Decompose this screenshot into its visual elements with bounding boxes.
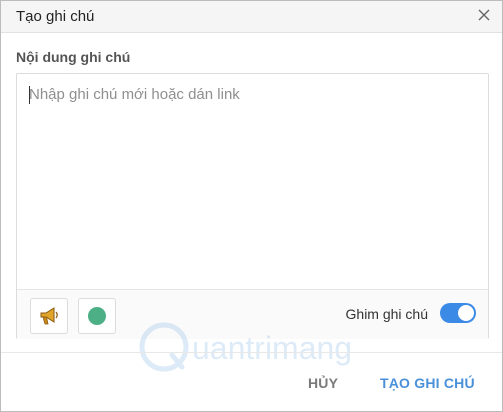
- note-color-button[interactable]: [78, 298, 116, 334]
- dialog-header: Tạo ghi chú: [1, 1, 502, 33]
- footer-divider: [1, 352, 502, 353]
- pin-note-toggle[interactable]: [440, 303, 476, 323]
- note-box: Ghim ghi chú: [16, 73, 489, 339]
- create-note-button[interactable]: TẠO GHI CHÚ: [380, 375, 475, 391]
- note-content-label: Nội dung ghi chú: [16, 49, 131, 65]
- watermark-logo: uantrimang: [139, 322, 352, 372]
- reminder-button[interactable]: [30, 298, 68, 334]
- create-note-dialog: Tạo ghi chú Nội dung ghi chú Ghim ghi ch…: [0, 0, 503, 412]
- close-icon[interactable]: [477, 8, 491, 22]
- text-caret: [29, 86, 30, 104]
- note-content-input[interactable]: [17, 74, 488, 289]
- color-dot-icon: [88, 307, 106, 325]
- dialog-title: Tạo ghi chú: [16, 8, 95, 25]
- toggle-knob: [458, 305, 474, 321]
- cancel-button[interactable]: HỦY: [308, 375, 338, 391]
- svg-text:uantrimang: uantrimang: [192, 330, 352, 366]
- megaphone-icon: [40, 307, 58, 325]
